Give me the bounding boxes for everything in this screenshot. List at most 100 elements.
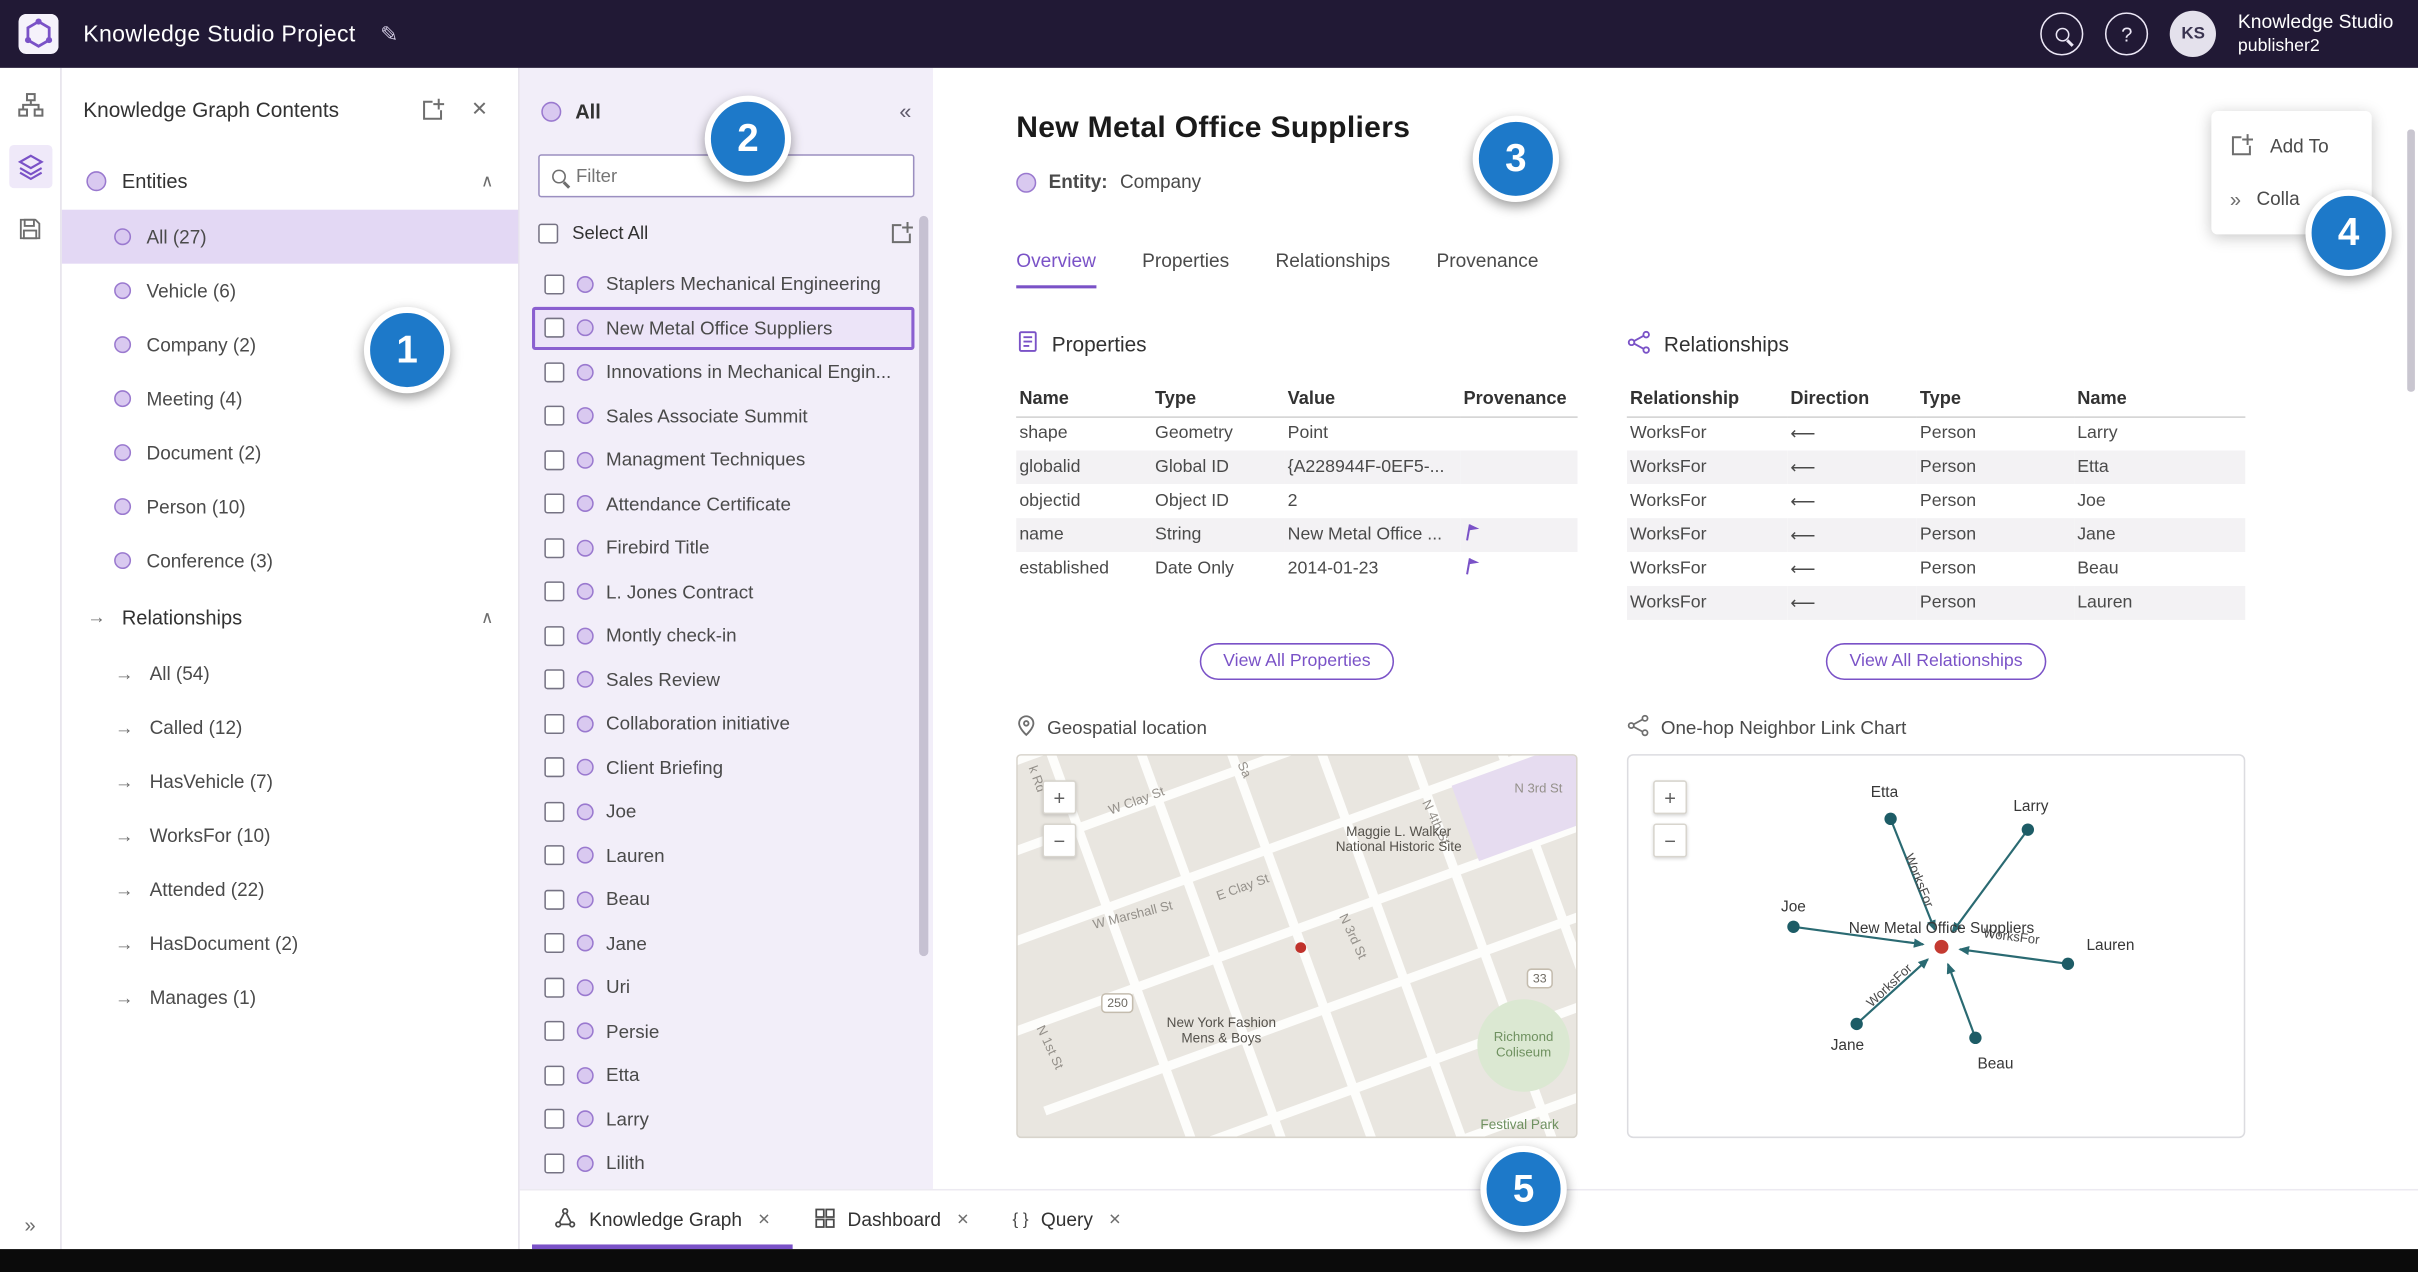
cell-name[interactable]: Joe xyxy=(2074,484,2245,518)
cell-relationship[interactable]: WorksFor xyxy=(1627,484,1787,518)
item-checkbox[interactable] xyxy=(544,801,565,822)
view-all-properties-button[interactable]: View All Properties xyxy=(1199,643,1394,681)
entity-list-item[interactable]: Vehicle (6) xyxy=(62,264,518,318)
avatar[interactable]: KS xyxy=(2170,10,2217,58)
graph-node-lauren[interactable] xyxy=(2061,957,2075,970)
entity-list-item[interactable]: Joe xyxy=(532,790,914,834)
entity-list-item[interactable]: Innovations in Mechanical Engin... xyxy=(532,350,914,394)
close-panel-icon[interactable]: ✕ xyxy=(463,93,497,127)
item-checkbox[interactable] xyxy=(544,493,565,514)
item-checkbox[interactable] xyxy=(544,625,565,646)
entity-list-item[interactable]: Lauren xyxy=(532,833,914,877)
item-checkbox[interactable] xyxy=(544,405,565,427)
close-tab-icon[interactable]: ✕ xyxy=(1108,1211,1121,1228)
app-logo-icon[interactable] xyxy=(18,13,59,54)
item-checkbox[interactable] xyxy=(544,933,565,954)
item-checkbox[interactable] xyxy=(544,362,565,383)
entity-list-item[interactable]: Jane xyxy=(532,921,914,965)
entity-list-item[interactable]: Document (2) xyxy=(62,426,518,480)
add-entity-icon[interactable] xyxy=(890,221,915,246)
relationship-list-item[interactable]: → All (54) xyxy=(62,646,518,700)
chevron-up-icon[interactable]: ∧ xyxy=(481,170,493,191)
cell-name[interactable]: Etta xyxy=(2074,450,2246,485)
graph-node-joe[interactable] xyxy=(1787,920,1800,933)
entities-section-header[interactable]: Entities ∧ xyxy=(62,151,518,210)
entity-list-item[interactable]: New Metal Office Suppliers xyxy=(532,306,915,351)
add-to-new-icon[interactable] xyxy=(416,93,450,127)
provenance-icon[interactable] xyxy=(1461,555,1484,583)
graph-node-etta[interactable] xyxy=(1884,812,1897,826)
relationship-list-item[interactable]: → HasVehicle (7) xyxy=(62,754,518,808)
provenance-icon[interactable] xyxy=(1461,521,1484,549)
graph-node-center[interactable] xyxy=(1934,939,1949,954)
entity-list-item[interactable]: All (27) xyxy=(61,209,519,264)
close-tab-icon[interactable]: ✕ xyxy=(956,1211,969,1228)
tab-properties[interactable]: Properties xyxy=(1142,250,1229,289)
entity-list-item[interactable]: L. Jones Contract xyxy=(532,570,914,614)
entity-list-item[interactable]: Conference (3) xyxy=(62,534,518,588)
cell-relationship[interactable]: WorksFor xyxy=(1626,585,1788,620)
view-tab-knowledge-graph[interactable]: Knowledge Graph ✕ xyxy=(532,1190,792,1250)
expand-rail-icon[interactable]: » xyxy=(0,1214,60,1237)
entity-list-item[interactable]: Meeting (4) xyxy=(62,372,518,426)
entity-list-item[interactable]: Firebird Title xyxy=(532,526,914,570)
scrollbar[interactable] xyxy=(2407,129,2415,392)
graph-node-jane[interactable] xyxy=(1850,1017,1863,1031)
select-all-checkbox[interactable] xyxy=(538,222,559,243)
cell-name[interactable]: Lauren xyxy=(2074,585,2246,620)
graph-node-larry[interactable] xyxy=(2021,823,2035,836)
cell-relationship[interactable]: WorksFor xyxy=(1626,518,1788,553)
cell-name[interactable]: Larry xyxy=(2074,416,2245,450)
tab-overview[interactable]: Overview xyxy=(1016,250,1096,289)
entity-list-item[interactable]: Etta xyxy=(532,1053,914,1097)
item-checkbox[interactable] xyxy=(544,537,565,558)
scrollbar[interactable] xyxy=(919,215,929,957)
chevron-up-icon[interactable]: ∧ xyxy=(481,607,493,627)
item-checkbox[interactable] xyxy=(544,581,565,602)
cell-name[interactable]: Beau xyxy=(2074,552,2245,586)
item-checkbox[interactable] xyxy=(544,713,565,734)
edit-title-icon[interactable]: ✎ xyxy=(380,21,398,47)
menu-item-add-to[interactable]: Add To xyxy=(2211,120,2371,172)
item-checkbox[interactable] xyxy=(544,1021,565,1042)
close-tab-icon[interactable]: ✕ xyxy=(757,1211,770,1228)
zoom-in-button[interactable]: + xyxy=(1653,780,1688,815)
entity-list-item[interactable]: Person (10) xyxy=(62,480,518,534)
zoom-in-button[interactable]: + xyxy=(1042,780,1077,815)
cell-relationship[interactable]: WorksFor xyxy=(1627,416,1787,450)
graph-node-beau[interactable] xyxy=(1969,1031,1982,1044)
schema-tool-icon[interactable] xyxy=(8,83,51,126)
item-checkbox[interactable] xyxy=(544,889,565,910)
tab-relationships[interactable]: Relationships xyxy=(1276,250,1391,289)
view-tab-dashboard[interactable]: Dashboard ✕ xyxy=(792,1190,991,1249)
item-checkbox[interactable] xyxy=(544,1109,565,1130)
help-button[interactable]: ? xyxy=(2105,12,2149,56)
zoom-out-button[interactable]: − xyxy=(1653,823,1688,858)
cell-relationship[interactable]: WorksFor xyxy=(1627,552,1787,586)
user-block[interactable]: Knowledge Studio publisher2 xyxy=(2238,10,2393,58)
view-all-relationships-button[interactable]: View All Relationships xyxy=(1826,643,2046,681)
entity-list-item[interactable]: Collaboration initiative xyxy=(532,702,914,746)
collapse-panel-icon[interactable]: « xyxy=(899,99,911,124)
entity-list-item[interactable]: Larry xyxy=(532,1097,914,1141)
item-checkbox[interactable] xyxy=(544,318,565,339)
layers-tool-icon[interactable] xyxy=(8,144,52,189)
entity-list-item[interactable]: Attendance Certificate xyxy=(532,482,914,526)
item-checkbox[interactable] xyxy=(544,977,565,998)
entity-list-item[interactable]: Uri xyxy=(532,965,914,1009)
item-checkbox[interactable] xyxy=(544,1153,565,1174)
item-checkbox[interactable] xyxy=(544,669,565,690)
one-hop-link-chart[interactable]: WorksFor WorksFor WorksFor Etta Larry Joe Jane… xyxy=(1626,754,2246,1139)
item-checkbox[interactable] xyxy=(544,274,565,295)
entity-list-item[interactable]: Managment Techniques xyxy=(532,438,914,482)
entity-list-item[interactable]: Sales Review xyxy=(532,658,914,702)
entity-list-item[interactable]: Client Briefing xyxy=(532,746,914,790)
entity-list-item[interactable]: Lilith xyxy=(532,1141,914,1185)
relationship-list-item[interactable]: → HasDocument (2) xyxy=(62,916,518,970)
item-checkbox[interactable] xyxy=(544,757,565,778)
view-tab-query[interactable]: { } Query ✕ xyxy=(991,1190,1143,1249)
entity-list-item[interactable]: Staplers Mechanical Engineering xyxy=(532,262,914,306)
entity-list-item[interactable]: Montly check-in xyxy=(532,614,914,658)
geospatial-map[interactable]: Richmond Coliseum Festival Park + − k Rd… xyxy=(1016,754,1578,1139)
search-button[interactable] xyxy=(2040,12,2084,56)
